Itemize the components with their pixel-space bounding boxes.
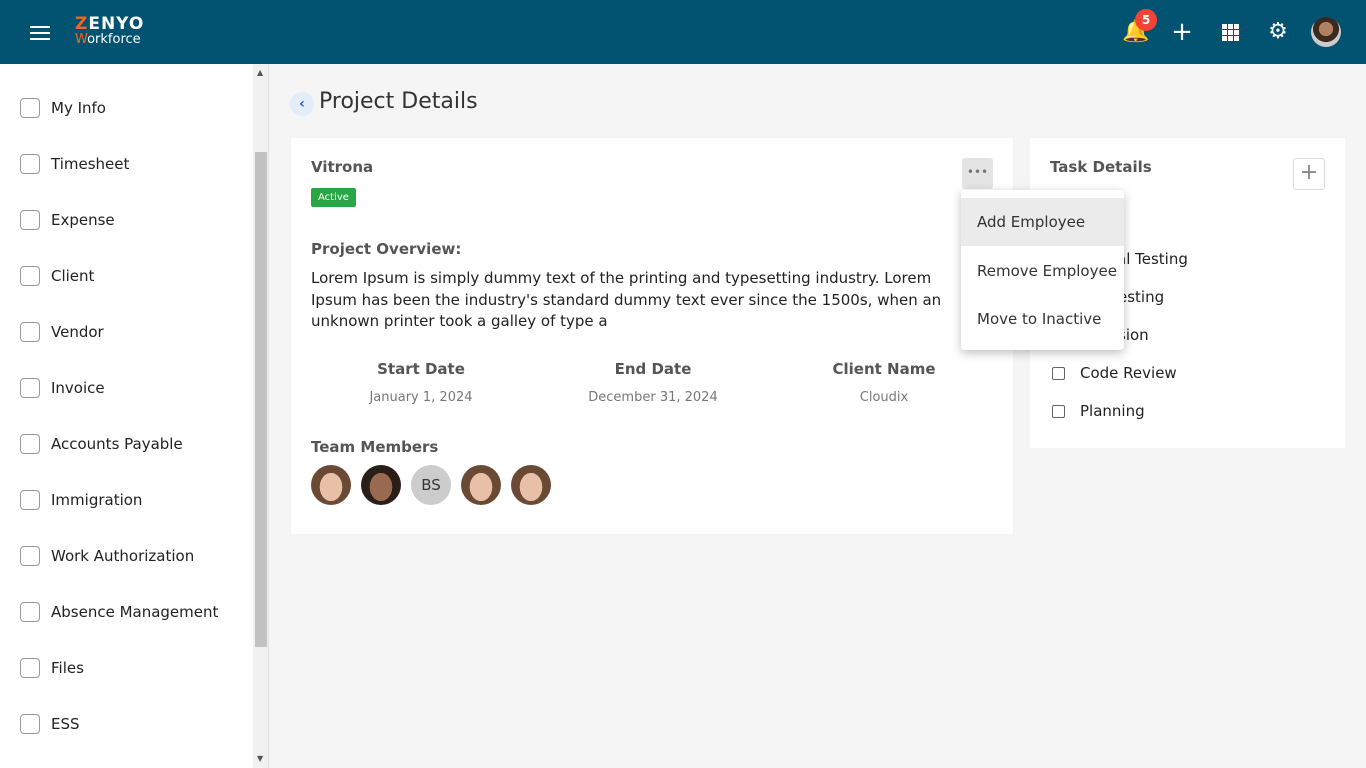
plus-icon[interactable]: + (1170, 19, 1194, 45)
sidebar-item-label: Timesheet (51, 155, 130, 173)
client-name-field: Client Name Cloudix (832, 360, 936, 405)
payable-icon (20, 434, 40, 454)
sidebar-item-label: Vendor (51, 323, 104, 341)
sidebar-item-work-authorization[interactable]: Work Authorization (20, 544, 194, 568)
apps-grid-icon[interactable] (1222, 24, 1239, 41)
user-icon (20, 98, 40, 118)
start-date-field: Start Date January 1, 2024 (369, 360, 473, 405)
team-member-avatar[interactable] (361, 465, 401, 505)
project-name: Vitrona (311, 158, 374, 176)
menu-icon[interactable] (30, 26, 50, 40)
exit-door-icon (20, 602, 40, 622)
status-badge: Active (311, 188, 356, 207)
sidebar-item-my-info[interactable]: My Info (20, 96, 106, 120)
notification-badge: 5 (1135, 9, 1157, 31)
ess-icon (20, 714, 40, 734)
project-card: Vitrona Active ••• Project Overview: Lor… (291, 138, 1013, 534)
sidebar-item-expense[interactable]: Expense (20, 208, 115, 232)
sidebar-item-label: Immigration (51, 491, 143, 509)
vendor-icon (20, 322, 40, 342)
overview-label: Project Overview: (311, 240, 462, 258)
sidebar-item-label: Absence Management (51, 603, 219, 621)
clock-icon (20, 154, 40, 174)
team-member-avatar[interactable] (511, 465, 551, 505)
logo[interactable]: ZENYO Workforce (75, 14, 145, 47)
task-details-title: Task Details (1050, 158, 1152, 176)
globe-icon (20, 490, 40, 510)
sidebar-item-label: Expense (51, 211, 115, 229)
task-item[interactable]: Planning (1052, 401, 1145, 421)
sidebar-item-vendor[interactable]: Vendor (20, 320, 104, 344)
brand-subtitle: Workforce (75, 32, 141, 47)
team-members-label: Team Members (311, 438, 439, 456)
add-task-button[interactable]: + (1293, 158, 1325, 190)
sidebar-item-label: Client (51, 267, 95, 285)
gear-icon[interactable]: ⚙ (1266, 20, 1290, 44)
page-title: Project Details (319, 89, 478, 114)
sidebar-item-accounts-payable[interactable]: Accounts Payable (20, 432, 183, 456)
task-item[interactable]: esting (1118, 287, 1164, 307)
checkbox[interactable] (1052, 366, 1065, 380)
checkbox[interactable] (1052, 404, 1065, 418)
brand-name: ZENYO (75, 14, 145, 34)
team-member-avatar[interactable] (311, 465, 351, 505)
top-bar: ZENYO Workforce 🔔 5 + ⚙ (0, 0, 1366, 64)
options-menu: Add Employee Remove Employee Move to Ina… (961, 190, 1124, 350)
menu-item-remove-employee[interactable]: Remove Employee (961, 247, 1124, 295)
task-item[interactable]: Code Review (1052, 363, 1177, 383)
sidebar-item-label: ESS (51, 715, 80, 733)
sidebar-item-label: Work Authorization (51, 547, 195, 565)
money-hand-icon (20, 210, 40, 230)
sidebar-item-label: Invoice (51, 379, 105, 397)
sidebar-scrollbar[interactable]: ▲ ▼ (253, 64, 269, 768)
more-options-button[interactable]: ••• (962, 158, 993, 189)
scroll-up-icon[interactable]: ▲ (257, 68, 263, 77)
sidebar-item-files[interactable]: Files (20, 656, 84, 680)
end-date-field: End Date December 31, 2024 (588, 360, 718, 405)
person-icon (20, 266, 40, 286)
sidebar-item-timesheet[interactable]: Timesheet (20, 152, 129, 176)
scrollbar-thumb[interactable] (255, 152, 267, 647)
sidebar-item-immigration[interactable]: Immigration (20, 488, 142, 512)
task-item[interactable]: al Testing (1117, 249, 1188, 269)
sidebar-item-invoice[interactable]: Invoice (20, 376, 105, 400)
sidebar-item-label: Accounts Payable (51, 435, 183, 453)
team-member-avatar[interactable] (461, 465, 501, 505)
sidebar-item-label: My Info (51, 99, 106, 117)
team-member-avatar[interactable]: BS (411, 465, 451, 505)
sidebar-item-label: Files (51, 659, 84, 677)
menu-item-add-employee[interactable]: Add Employee (961, 198, 1124, 246)
file-icon (20, 658, 40, 678)
user-avatar[interactable] (1311, 17, 1341, 47)
menu-item-move-to-inactive[interactable]: Move to Inactive (961, 295, 1124, 343)
briefcase-icon (20, 546, 40, 566)
sidebar-item-client[interactable]: Client (20, 264, 94, 288)
overview-text: Lorem Ipsum is simply dummy text of the … (311, 269, 942, 330)
scroll-down-icon[interactable]: ▼ (257, 754, 263, 763)
sidebar-item-ess[interactable]: ESS (20, 712, 80, 736)
sidebar-item-absence-management[interactable]: Absence Management (20, 600, 218, 624)
back-button[interactable]: ‹ (290, 92, 314, 116)
invoice-icon (20, 378, 40, 398)
sidebar: My Info Timesheet Expense Client Vendor Invoi… (0, 64, 253, 768)
